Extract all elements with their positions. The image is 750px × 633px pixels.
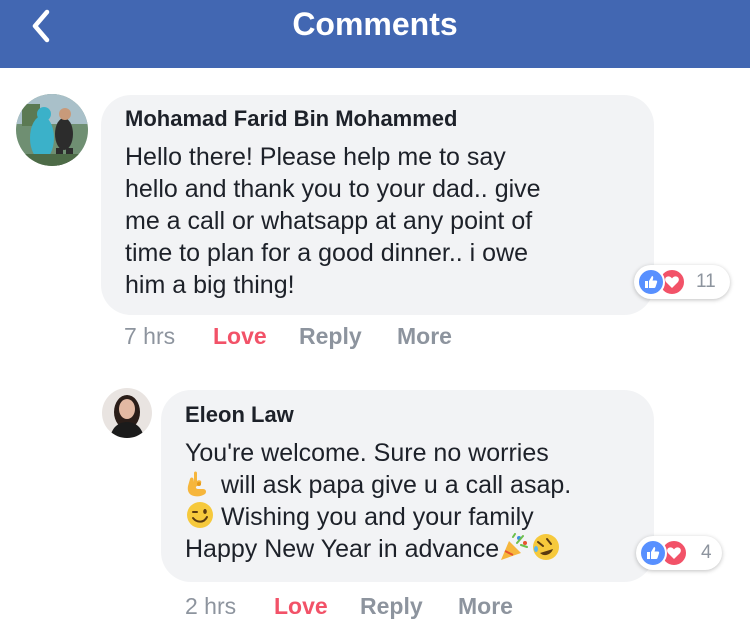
comment-timestamp: 7 hrs [124,323,176,349]
comment-line: You're welcome. Sure no worries [185,439,549,467]
comment-bubble[interactable]: Mohamad Farid Bin Mohammed Hello there! … [101,95,654,315]
comment-line: him a big thing! [125,271,295,299]
comment-line-text: Happy New Year in advance [185,535,500,563]
reaction-count: 4 [701,542,712,563]
reply-bubble[interactable]: Eleon Law You're welcome. Sure no worrie… [161,390,654,582]
comment-actions: 7 hrs Love Reply More [124,323,544,353]
more-button[interactable]: More [458,593,513,620]
reaction-count: 11 [696,271,716,292]
like-reaction-icon [639,539,667,567]
avatar[interactable] [16,94,88,166]
comment-line: time to plan for a good dinner.. i owe [125,239,529,267]
like-reaction-icon [637,268,665,296]
party-popper-emoji [499,533,529,569]
love-button[interactable]: Love [274,593,328,620]
avatar[interactable] [102,388,152,438]
comment-text: Hello there! Please help me to say hello… [125,141,541,301]
comment-line: hello and thank you to your dad.. give [125,175,541,203]
top-bar: Comments [0,0,750,68]
reply-button[interactable]: Reply [299,323,362,350]
comment-line-with-emoji: Wishing you and your family [185,501,571,533]
comment-line-with-emoji: Happy New Year in advance [185,533,571,565]
comment-timestamp: 2 hrs [185,593,237,619]
comment-line: Hello there! Please help me to say [125,143,506,171]
reaction-summary[interactable]: 11 [634,265,730,299]
winking-face-emoji [185,501,215,537]
comment-author[interactable]: Eleon Law [185,402,294,428]
comment-line-with-emoji: will ask papa give u a call asap. [185,469,571,501]
reply-button[interactable]: Reply [360,593,423,620]
comment-text: You're welcome. Sure no worries will ask… [185,437,571,565]
reaction-summary[interactable]: 4 [636,536,722,570]
more-button[interactable]: More [397,323,452,350]
comment-author[interactable]: Mohamad Farid Bin Mohammed [125,106,457,132]
page-title: Comments [292,6,458,42]
comment-line-text: Wishing you and your family [221,503,534,531]
comment-line: me a call or whatsapp at any point of [125,207,533,235]
comment-line-text: will ask papa give u a call asap. [221,471,572,499]
comment-actions: 2 hrs Love Reply More [185,593,585,623]
love-button[interactable]: Love [213,323,267,350]
rolling-laughing-emoji [531,533,561,569]
ok-hand-emoji [185,469,215,505]
